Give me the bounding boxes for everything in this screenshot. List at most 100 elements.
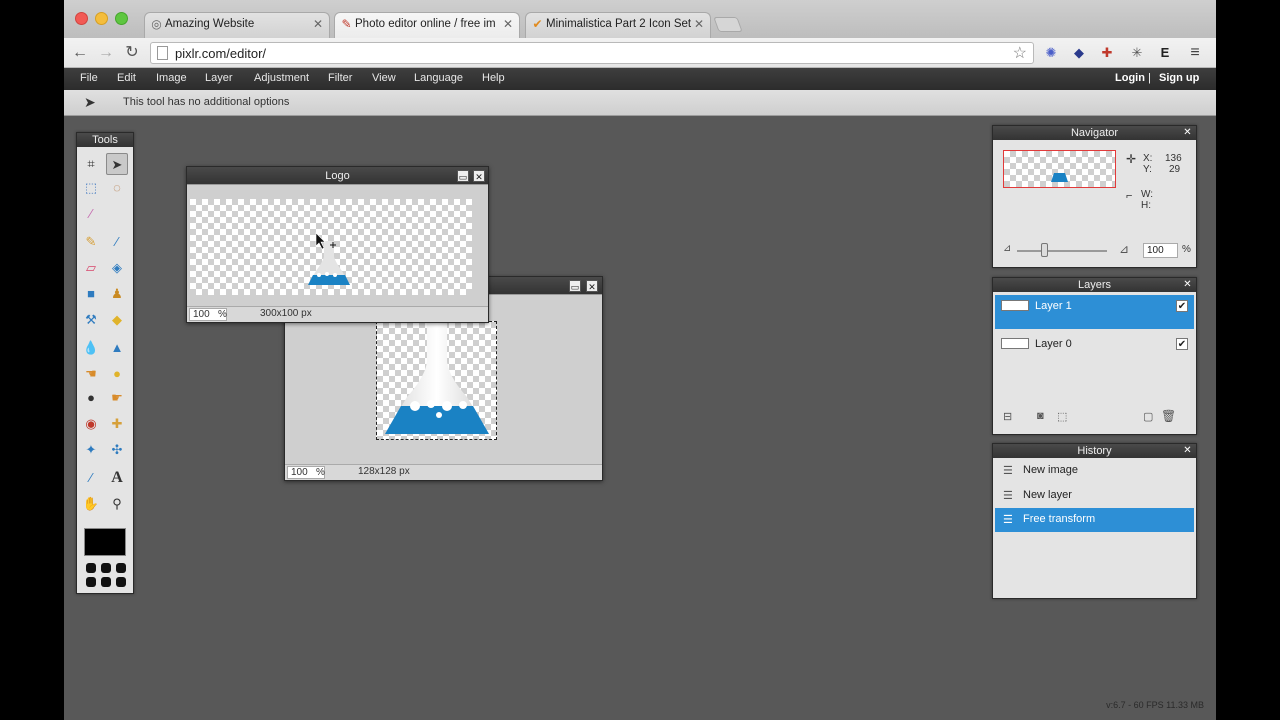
marquee-tool-icon[interactable]: ⬚ [80,177,102,199]
menu-help[interactable]: Help [482,72,505,84]
puzzle-extension-icon[interactable]: ◆ [1070,44,1088,62]
address-bar[interactable]: ☆ [150,42,1034,64]
menu-image[interactable]: Image [156,72,187,84]
back-arrow-icon[interactable]: ← [70,43,90,63]
smudge-tool-icon[interactable]: ☚ [80,363,102,385]
menu-layer[interactable]: Layer [205,72,233,84]
color-replace-tool-icon[interactable]: ⚒ [80,309,102,331]
zoom-slider-track[interactable] [1017,250,1107,252]
zoom-slider-handle[interactable] [1041,243,1048,257]
crop-tool-icon[interactable]: ⌗ [80,153,102,175]
flask-canvas[interactable] [376,321,497,440]
move-tool-icon[interactable]: ➤ [106,153,128,175]
bloat-tool-icon[interactable]: ✦ [80,439,102,461]
sparkle-extension-icon[interactable]: ✳ [1128,44,1146,62]
close-window-button[interactable] [75,12,88,25]
new-tab-button[interactable] [713,17,743,32]
close-icon[interactable]: ✕ [1182,279,1193,290]
blur-tool-icon[interactable]: 💧 [80,337,102,359]
magic-wand-tool-icon[interactable]: ⁄ [80,203,102,225]
swatch-dot[interactable] [116,577,126,587]
stamp-tool-icon[interactable]: ♟ [106,283,128,305]
layer-row-layer-1[interactable]: Layer 1 ✔ [995,295,1194,329]
tab-amazing-website[interactable]: ◎ Amazing Website ✕ [144,12,330,38]
zoom-out-icon[interactable]: ⊿ [1003,243,1011,254]
new-badge-extension-icon[interactable]: ✚ [1098,44,1116,62]
layer-visibility-checkbox[interactable]: ✔ [1176,300,1188,312]
menu-filter[interactable]: Filter [328,72,352,84]
logo-canvas[interactable] [190,199,472,295]
spot-heal-tool-icon[interactable]: ✚ [106,413,128,435]
close-tab-icon[interactable]: ✕ [503,17,513,31]
login-link[interactable]: Login [1115,72,1145,84]
signup-link[interactable]: Sign up [1159,72,1199,84]
minimize-window-button[interactable] [95,12,108,25]
layer-styles-icon[interactable]: ⬚ [1057,410,1067,423]
tools-extension-icon[interactable]: E [1156,44,1174,62]
zoom-in-icon[interactable]: ⊿ [1119,242,1129,256]
lasso-tool-icon[interactable]: ◌ [106,177,128,199]
bucket-tool-icon[interactable]: ◈ [106,257,128,279]
close-icon[interactable]: ✕ [1182,445,1193,456]
swatch-dot[interactable] [101,577,111,587]
sharpen-tool-icon[interactable]: ▲ [106,337,128,359]
close-icon[interactable]: ✕ [586,280,598,292]
menu-edit[interactable]: Edit [117,72,136,84]
maximize-icon[interactable]: ▭ [457,170,469,182]
gradient-tool-icon[interactable]: ■ [80,283,102,305]
hamburger-menu-icon[interactable]: ≡ [1186,44,1204,62]
maximize-icon[interactable]: ▭ [569,280,581,292]
logo-document-titlebar[interactable]: Logo ▭ ✕ [187,167,488,185]
swatch-dot[interactable] [86,577,96,587]
red-eye-tool-icon[interactable]: ◉ [80,413,102,435]
color-picker-tool-icon[interactable]: ⁄ [80,467,102,489]
navigator-zoom-input[interactable]: 100 [1143,243,1178,258]
navigator-thumbnail[interactable] [1003,150,1116,188]
swatch-dot[interactable] [86,563,96,573]
close-tab-icon[interactable]: ✕ [313,17,323,31]
logo-document-statusbar: 100 % 300x100 px [187,306,488,322]
menu-view[interactable]: View [372,72,396,84]
menu-language[interactable]: Language [414,72,463,84]
close-icon[interactable]: ✕ [473,170,485,182]
swatch-dot[interactable] [101,563,111,573]
pinch-tool-icon[interactable]: ✣ [106,439,128,461]
brush-tool-icon[interactable]: ⁄ [106,231,128,253]
pencil-tool-icon[interactable]: ✎ [80,231,102,253]
hand-tool-icon[interactable]: ✋ [80,493,102,515]
eraser-tool-icon[interactable]: ▱ [80,257,102,279]
url-input[interactable] [175,44,995,62]
dodge-tool-icon[interactable]: ● [80,387,102,409]
menu-adjustment[interactable]: Adjustment [254,72,309,84]
layer-name: Layer 0 [1035,338,1072,350]
sponge-tool-icon[interactable]: ● [106,363,128,385]
new-layer-icon[interactable]: ▢ [1143,410,1153,423]
reload-icon[interactable]: ↻ [122,43,142,63]
logo-document-window[interactable]: Logo ▭ ✕ 100 % 300x100 px [186,166,489,323]
history-item[interactable]: ☰ New image [995,459,1194,483]
tab-photo-editor[interactable]: ✎ Photo editor online / free im ✕ [334,12,520,38]
tab-minimalistica[interactable]: ✔ Minimalistica Part 2 Icon Set ✕ [525,12,711,38]
layer-settings-icon[interactable]: ⊟ [1003,410,1012,423]
close-tab-icon[interactable]: ✕ [694,17,704,31]
drawing-tool-icon[interactable]: ◆ [106,309,128,331]
zoom-window-button[interactable] [115,12,128,25]
burn-tool-icon[interactable]: ☛ [106,387,128,409]
forward-arrow-icon[interactable]: → [96,43,116,63]
type-tool-icon[interactable]: A [106,467,128,489]
foreground-color-swatch[interactable] [84,528,126,556]
layer-mask-icon[interactable]: ◙ [1037,410,1044,422]
trash-icon[interactable]: 🗑 [1161,409,1176,423]
menu-file[interactable]: File [80,72,98,84]
close-icon[interactable]: ✕ [1182,127,1193,138]
layer-visibility-checkbox[interactable]: ✔ [1176,338,1188,350]
zoom-tool-icon[interactable]: ⚲ [106,493,128,515]
layer-row-layer-0[interactable]: Layer 0 ✔ [995,333,1194,367]
zoom-input[interactable]: 100 % [287,466,325,479]
gear-extension-icon[interactable]: ✺ [1042,44,1060,62]
swatch-dot[interactable] [116,563,126,573]
bookmark-star-icon[interactable]: ☆ [1013,43,1027,63]
zoom-input[interactable]: 100 % [189,308,227,321]
history-item[interactable]: ☰ New layer [995,484,1194,508]
history-item[interactable]: ☰ Free transform [995,508,1194,532]
